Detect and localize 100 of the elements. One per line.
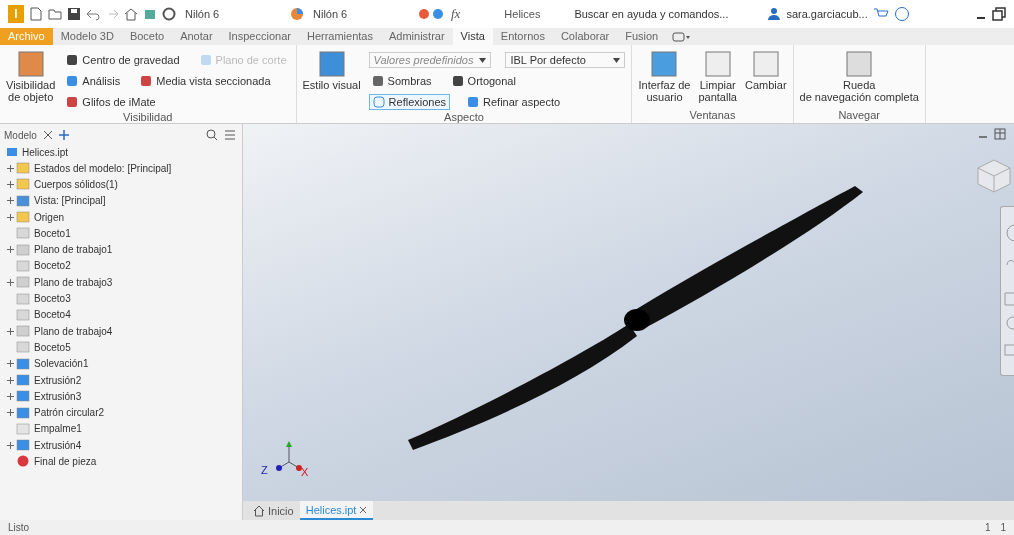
user-icon	[767, 7, 782, 21]
close-icon[interactable]	[42, 130, 53, 140]
tree-item[interactable]: Vista: [Principal]	[16, 192, 106, 209]
panel-toggle-icon[interactable]	[672, 30, 691, 43]
new-file-icon[interactable]	[29, 7, 43, 21]
panel-icon	[752, 51, 779, 77]
ribbon-button[interactable]: Glifos de iMate	[63, 95, 159, 109]
tree-item[interactable]: Plano de trabajo3	[16, 274, 113, 291]
ribbon-group-title: Ventanas	[688, 109, 737, 123]
ribbon-tab[interactable]: Anotar	[172, 28, 221, 45]
ribbon-large-button[interactable]: Cambiar	[745, 47, 787, 109]
ribbon-dropdown[interactable]: IBL Por defecto	[505, 52, 626, 68]
tree-item[interactable]: Boceto4	[16, 306, 71, 323]
tree-item[interactable]: Solevación1	[16, 355, 89, 372]
ribbon-button[interactable]: Centro de gravedad	[63, 53, 183, 67]
expand-icon[interactable]	[6, 197, 14, 205]
ribbon-group-title: Visibilidad	[122, 111, 174, 123]
appearance-dropdown[interactable]: Nilón 6	[309, 8, 413, 20]
ribbon-dropdown[interactable]: Valores predefinidos	[368, 52, 492, 68]
caret-icon	[479, 57, 487, 63]
ribbon-tab[interactable]: Boceto	[121, 28, 173, 45]
tree-item[interactable]: Plano de trabajo4	[16, 323, 113, 340]
ribbon-tab[interactable]: Fusion	[617, 28, 667, 45]
ribbon-group-title: Aspecto	[443, 111, 485, 123]
tree-item[interactable]: Estados del modelo: [Principal]	[16, 160, 172, 177]
ribbon-large-button[interactable]: Limpiar pantalla	[698, 47, 737, 109]
add-icon[interactable]	[58, 130, 69, 140]
panel-icon	[704, 51, 731, 77]
appearance-icon[interactable]	[418, 7, 446, 21]
expand-icon[interactable]	[6, 164, 14, 172]
expand-icon[interactable]	[6, 246, 14, 254]
ribbon-tab[interactable]: Herramientas	[298, 28, 381, 45]
square-icon	[140, 75, 153, 87]
expand-icon[interactable]	[6, 409, 14, 417]
ribbon-button[interactable]: Ortogonal	[448, 74, 519, 88]
ribbon-button[interactable]: Refinar aspecto	[464, 95, 564, 109]
material-dropdown[interactable]: Nilón 6	[181, 8, 285, 20]
tree-item[interactable]: Boceto3	[16, 290, 71, 307]
home-icon	[253, 504, 265, 517]
panel-icon	[318, 51, 345, 77]
ribbon-tab[interactable]: Colaborar	[552, 28, 618, 45]
ribbon-tab[interactable]: Administrar	[380, 28, 453, 45]
home-icon[interactable]	[124, 7, 138, 21]
expand-icon[interactable]	[6, 278, 14, 286]
tree-item[interactable]: Extrusión4	[16, 437, 82, 454]
tree-item[interactable]: Helices.ipt	[4, 144, 242, 160]
expand-icon[interactable]	[6, 213, 14, 221]
document-tab[interactable]: Inicio	[247, 501, 300, 520]
ribbon-toggle-button[interactable]: Reflexiones	[368, 94, 451, 110]
tree-item[interactable]: Boceto5	[16, 339, 71, 356]
ribbon-large-button[interactable]: Estilo visual	[302, 47, 361, 111]
ribbon-button[interactable]: Media vista seccionada	[137, 74, 274, 88]
ribbon-tab[interactable]: Entornos	[492, 28, 553, 45]
expand-icon[interactable]	[6, 180, 14, 188]
square-icon	[66, 54, 79, 66]
user-name[interactable]: sara.garciacub...	[786, 8, 868, 20]
ribbon-button[interactable]: Análisis	[63, 74, 124, 88]
ribbon-tab[interactable]: Modelo 3D	[52, 28, 122, 45]
ribbon-tab[interactable]: Inspeccionar	[220, 28, 299, 45]
expand-icon[interactable]	[6, 327, 14, 335]
open-folder-icon[interactable]	[48, 7, 62, 21]
help-search-field[interactable]: Buscar en ayuda y comandos...	[572, 7, 763, 21]
square-icon	[66, 75, 79, 87]
ribbon-large-button[interactable]: Interfaz de usuario	[638, 47, 691, 109]
expand-icon[interactable]	[6, 360, 14, 368]
axis-label: Z	[261, 464, 268, 476]
cube-icon	[6, 146, 18, 158]
tree-item[interactable]: Patrón circular2	[16, 404, 105, 421]
tree-item[interactable]: Extrusión3	[16, 388, 82, 405]
color-wheel-icon[interactable]	[290, 7, 304, 21]
expand-icon[interactable]	[6, 392, 14, 400]
window-layout-icon[interactable]	[994, 128, 1006, 140]
tree-item[interactable]: Origen	[16, 209, 64, 226]
tree-item[interactable]: Final de pieza	[16, 453, 97, 470]
ribbon-large-button[interactable]: Rueda de navegación completa	[799, 47, 919, 109]
close-icon[interactable]	[359, 505, 368, 514]
block-icon	[16, 357, 30, 370]
restore-icon[interactable]	[992, 7, 1006, 21]
function-button[interactable]: fx	[451, 6, 461, 22]
status-count: 1	[984, 522, 991, 533]
tree-item[interactable]: Empalme1	[16, 420, 82, 437]
browser-tab[interactable]: Modelo	[4, 129, 37, 141]
tree-item[interactable]: Plano de trabajo1	[16, 241, 113, 258]
panel-icon	[651, 51, 678, 77]
block-icon	[16, 390, 30, 403]
save-icon[interactable]	[67, 7, 81, 21]
tree-item[interactable]: Boceto1	[16, 225, 71, 242]
tree-item[interactable]: Cuerpos sólidos(1)	[16, 176, 118, 193]
tree-item[interactable]: Boceto2	[16, 257, 71, 274]
ribbon-large-button[interactable]: Visibilidad de objeto	[6, 47, 56, 111]
undo-icon[interactable]	[86, 7, 100, 21]
panel-icon	[846, 51, 873, 77]
tree-item[interactable]: Extrusión2	[16, 372, 82, 388]
expand-icon[interactable]	[6, 441, 14, 449]
folder-icon	[16, 211, 30, 224]
ribbon-button[interactable]: Sombras	[368, 74, 435, 88]
search-icon[interactable]	[206, 129, 218, 141]
expand-icon[interactable]	[6, 376, 14, 384]
square-icon	[451, 75, 464, 87]
ribbon-tab[interactable]: Vista	[452, 28, 493, 45]
